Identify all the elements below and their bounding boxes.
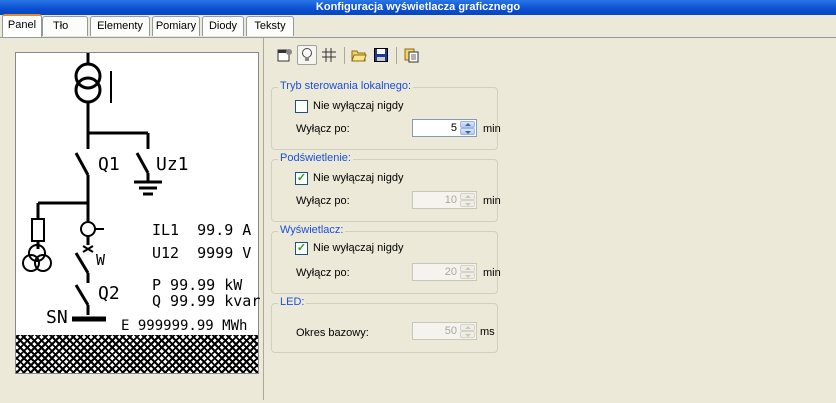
group-backlight: Podświetlenie: ✓ Nie wyłączaj nigdy Wyłą… (271, 152, 501, 222)
display-preview-panel: Q1 Uz1 W Q2 SN IL1 99.9 A U12 9999 V P 9… (2, 38, 264, 400)
tab-tlo[interactable]: Tło (42, 16, 88, 36)
window-title: Konfiguracja wyświetlacza graficznego (0, 0, 836, 15)
display-unit: min (483, 267, 501, 279)
grid-icon[interactable] (319, 45, 339, 65)
backlight-off-after-spinner[interactable]: 10 (412, 191, 477, 209)
group-display-title: Wyświetlacz: (278, 224, 346, 236)
display-off-after-label: Wyłącz po: (296, 267, 350, 279)
group-led-title: LED: (278, 296, 307, 308)
led-unit: ms (480, 326, 495, 338)
group-led: LED: Okres bazowy: 50 ms (271, 296, 498, 353)
display-never-off-label: Nie wyłączaj nigdy (313, 242, 404, 254)
backlight-off-after-label: Wyłącz po: (296, 195, 350, 207)
local-control-never-off-label: Nie wyłączaj nigdy (313, 100, 404, 112)
group-local-control: Tryb sterowania lokalnego: ✓ Nie wyłącza… (271, 80, 501, 150)
spinner-up-button[interactable] (460, 324, 475, 331)
toolbar-separator (344, 47, 345, 64)
hatched-area (16, 335, 258, 373)
bulb-icon[interactable] (297, 45, 317, 65)
group-backlight-title: Podświetlenie: (278, 152, 353, 164)
open-folder-icon[interactable] (349, 45, 369, 65)
spinner-up-button[interactable] (460, 193, 475, 200)
spinner-value: 10 (444, 194, 457, 206)
toolbar-separator (396, 47, 397, 64)
local-control-unit: min (483, 123, 501, 135)
spinner-up-button[interactable] (460, 265, 475, 272)
spinner-down-button[interactable] (460, 200, 475, 207)
measurement-e: E 999999.99 MWh (121, 318, 248, 334)
spinner-down-button[interactable] (460, 272, 475, 279)
tab-pomiary[interactable]: Pomiary (152, 16, 200, 36)
local-control-off-after-spinner[interactable]: 5 (412, 119, 477, 137)
measurement-p: P 99.99 kW (152, 276, 243, 294)
group-local-control-title: Tryb sterowania lokalnego: (278, 80, 414, 92)
display-never-off-checkbox[interactable]: ✓ (295, 242, 308, 255)
label-w: W (96, 251, 106, 269)
settings-panel: Tryb sterowania lokalnego: ✓ Nie wyłącza… (266, 38, 836, 400)
properties-icon[interactable] (275, 45, 295, 65)
spinner-value: 50 (444, 325, 457, 337)
backlight-never-off-label: Nie wyłączaj nigdy (313, 172, 404, 184)
spinner-up-button[interactable] (460, 121, 475, 128)
tab-teksty[interactable]: Teksty (246, 16, 294, 36)
backlight-never-off-checkbox[interactable]: ✓ (295, 172, 308, 185)
label-q1: Q1 (98, 154, 120, 175)
spinner-down-button[interactable] (460, 128, 475, 135)
local-control-never-off-checkbox[interactable]: ✓ (295, 100, 308, 113)
group-display: Wyświetlacz: ✓ Nie wyłączaj nigdy Wyłącz… (271, 224, 501, 294)
lcd-display[interactable]: Q1 Uz1 W Q2 SN IL1 99.9 A U12 9999 V P 9… (15, 52, 261, 374)
spinner-value: 20 (444, 266, 457, 278)
save-icon[interactable] (371, 45, 391, 65)
led-period-label: Okres bazowy: (296, 327, 369, 339)
tab-elementy[interactable]: Elementy (90, 16, 150, 36)
copy-icon[interactable] (402, 45, 422, 65)
local-control-off-after-label: Wyłącz po: (296, 123, 350, 135)
label-uz1: Uz1 (156, 154, 189, 175)
tab-panel[interactable]: Panel (2, 14, 42, 37)
label-q2: Q2 (98, 283, 120, 304)
spinner-value: 5 (450, 122, 457, 134)
tab-diody[interactable]: Diody (202, 16, 244, 36)
measurement-u12: U12 9999 V (152, 244, 252, 262)
display-off-after-spinner[interactable]: 20 (412, 263, 477, 281)
spinner-down-button[interactable] (460, 331, 475, 338)
led-period-spinner[interactable]: 50 (412, 322, 477, 340)
measurement-q: Q 99.99 kvar (152, 292, 261, 310)
label-sn: SN (46, 307, 68, 328)
backlight-unit: min (483, 195, 501, 207)
measurement-il1: IL1 99.9 A (152, 221, 252, 239)
